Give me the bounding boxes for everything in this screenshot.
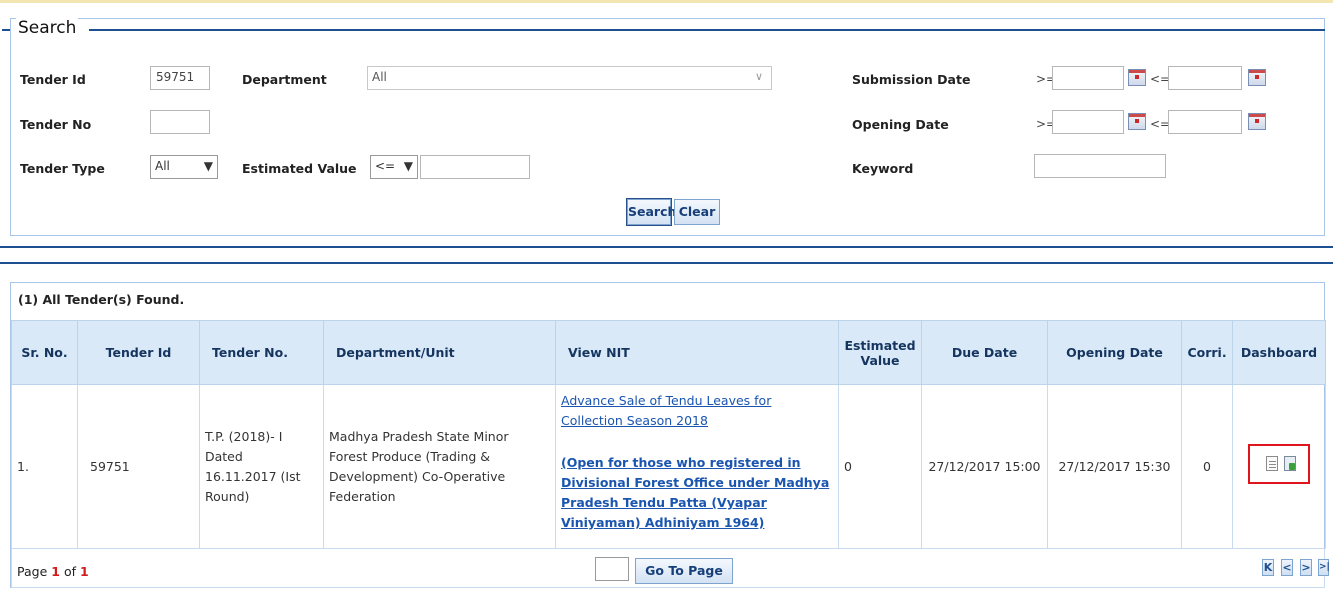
search-button[interactable]: Search	[626, 198, 676, 226]
tender-table: Sr. No. Tender Id Tender No. Department/…	[11, 320, 1326, 549]
document-icon[interactable]	[1266, 455, 1278, 471]
opening-date-cell: 27/12/2017 15:30	[1047, 384, 1182, 549]
top-strip	[0, 0, 1333, 3]
dashboard-highlight	[1248, 443, 1310, 484]
keyword-input[interactable]	[1034, 154, 1166, 178]
due-date-cell: 27/12/2017 15:00	[921, 384, 1048, 549]
tender-no-label: Tender No	[20, 117, 92, 132]
department-select[interactable]: All ∨	[367, 66, 772, 90]
search-legend: Search	[16, 18, 79, 38]
estimated-operator-select[interactable]: <= ▼	[370, 155, 418, 179]
legend-rule	[89, 29, 1325, 31]
goto-page-button[interactable]: Go To Page	[635, 558, 733, 584]
total-pages: 1	[79, 564, 89, 579]
column-header: Corri.	[1181, 320, 1233, 385]
estimated-value-input[interactable]	[420, 155, 530, 179]
view-nit-cell: Advance Sale of Tendu Leaves for Collect…	[555, 384, 839, 549]
table-row: 1. 59751 T.P. (2018)- I Dated 16.11.2017…	[11, 384, 1326, 549]
page-of: of	[63, 564, 76, 579]
nit-note-link[interactable]: (Open for those who registered in Divisi…	[561, 455, 829, 530]
tender-type-select[interactable]: All ▼	[150, 155, 218, 179]
column-header: Sr. No.	[11, 320, 78, 385]
last-page-icon[interactable]: >|	[1318, 559, 1330, 576]
download-icon[interactable]	[1284, 455, 1296, 471]
submission-date-to-input[interactable]	[1168, 66, 1242, 90]
corri-cell: 0	[1181, 384, 1233, 549]
submission-date-label: Submission Date	[852, 72, 971, 87]
opening-date-to-input[interactable]	[1168, 110, 1242, 134]
tender-no-cell: T.P. (2018)- I Dated 16.11.2017 (Ist Rou…	[199, 384, 324, 549]
chevron-down-icon: ▼	[403, 159, 413, 173]
tender-id-label: Tender Id	[20, 72, 86, 87]
estimated-value-cell: 0	[838, 384, 922, 549]
submission-date-from-input[interactable]	[1052, 66, 1124, 90]
column-header: Tender No.	[199, 320, 324, 385]
column-header: Tender Id	[77, 320, 200, 385]
divider	[0, 246, 1333, 248]
column-header: Estimated Value	[838, 320, 922, 385]
tender-no-input[interactable]	[150, 110, 210, 134]
calendar-icon[interactable]	[1248, 113, 1266, 130]
opening-date-from-input[interactable]	[1052, 110, 1124, 134]
tender-type-label: Tender Type	[20, 161, 105, 176]
column-header: View NIT	[555, 320, 839, 385]
calendar-icon[interactable]	[1128, 69, 1146, 86]
column-header: Dashboard	[1232, 320, 1326, 385]
page-prefix: Page	[17, 564, 48, 579]
chevron-down-icon: ▼	[203, 159, 213, 173]
legend-rule-left	[2, 29, 10, 31]
department-label: Department	[242, 72, 327, 87]
dashboard-cell	[1232, 384, 1326, 549]
column-header: Department/Unit	[323, 320, 556, 385]
divider	[0, 262, 1333, 264]
department-value: All	[372, 70, 387, 84]
column-header: Due Date	[921, 320, 1048, 385]
calendar-icon[interactable]	[1248, 69, 1266, 86]
column-header: Opening Date	[1047, 320, 1182, 385]
table-header-row: Sr. No. Tender Id Tender No. Department/…	[11, 320, 1326, 385]
current-page: 1	[51, 564, 60, 579]
calendar-icon[interactable]	[1128, 113, 1146, 130]
nit-link[interactable]: Advance Sale of Tendu Leaves for Collect…	[561, 393, 771, 428]
next-page-icon[interactable]: >	[1300, 559, 1312, 576]
page-info: Page 1 of 1	[17, 564, 89, 579]
chevron-down-icon: ∨	[754, 70, 763, 83]
opening-date-label: Opening Date	[852, 117, 949, 132]
tender-id-input[interactable]: 59751	[150, 66, 210, 90]
prev-page-icon[interactable]: <	[1281, 559, 1293, 576]
tender-id-cell: 59751	[77, 384, 200, 549]
estimated-value-label: Estimated Value	[242, 161, 357, 176]
goto-page-input[interactable]	[595, 557, 629, 581]
estimated-operator-value: <=	[375, 159, 396, 173]
keyword-label: Keyword	[852, 161, 914, 176]
results-count: (1) All Tender(s) Found.	[18, 292, 185, 307]
clear-button[interactable]: Clear	[674, 199, 720, 225]
sr-no-cell: 1.	[11, 384, 78, 549]
tender-type-value: All	[155, 159, 170, 173]
first-page-icon[interactable]: K	[1262, 559, 1274, 576]
department-cell: Madhya Pradesh State Minor Forest Produc…	[323, 384, 556, 549]
